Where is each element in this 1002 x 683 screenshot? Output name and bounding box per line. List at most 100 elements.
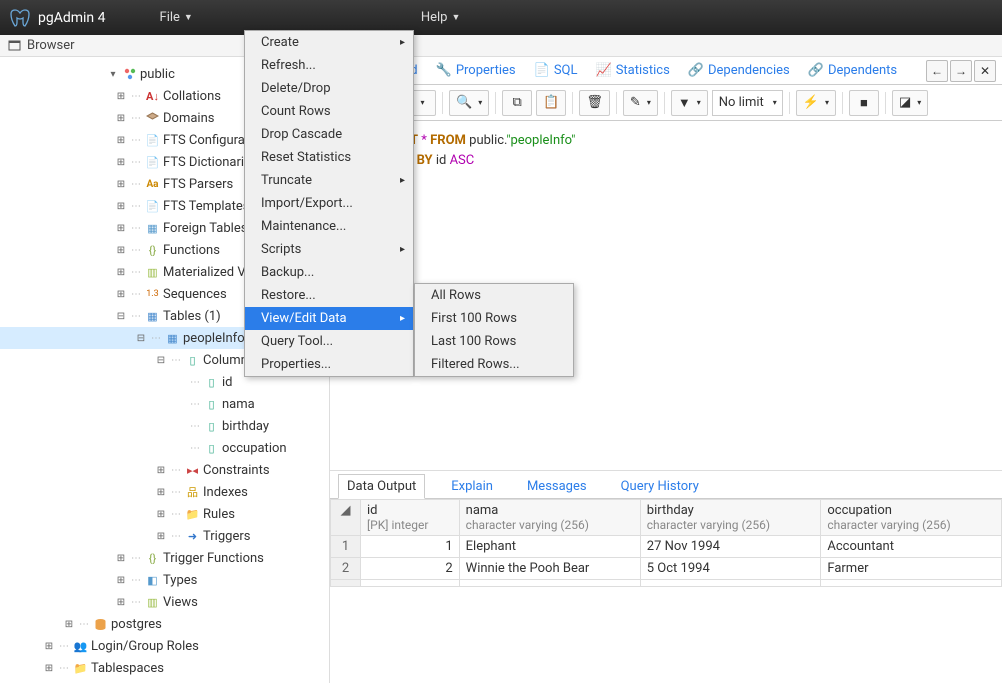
ctx-count-rows[interactable]: Count Rows [245, 100, 413, 123]
fts-parsers-icon: Aa [145, 177, 160, 192]
ctx-view-edit-data[interactable]: View/Edit Data [245, 307, 413, 330]
col-header-nama[interactable]: namacharacter varying (256) [459, 500, 640, 536]
filter-button[interactable]: ▼ [671, 90, 708, 116]
tree-trigger-functions[interactable]: ⊞⋯{}Trigger Functions [0, 547, 329, 569]
ctx-restore[interactable]: Restore... [245, 284, 413, 307]
indexes-icon: 品 [185, 485, 200, 500]
ctx-create[interactable]: Create [245, 31, 413, 54]
link-icon: 🔗 [808, 63, 824, 78]
context-submenu-view-data: All Rows First 100 Rows Last 100 Rows Fi… [414, 283, 574, 377]
tab-sql[interactable]: 📄SQL [534, 63, 578, 78]
ctx-query-tool[interactable]: Query Tool... [245, 330, 413, 353]
table-row[interactable]: 1 1 Elephant 27 Nov 1994 Accountant [331, 536, 1002, 558]
tab-statistics[interactable]: 📈Statistics [596, 63, 670, 78]
tab-properties[interactable]: 🔧Properties [436, 63, 516, 78]
tables-icon: ▦ [145, 309, 160, 324]
tree-db-postgres[interactable]: ⊞⋯postgres [0, 613, 329, 635]
trash-icon: 🗑 [586, 95, 603, 110]
column-icon: ▯ [204, 419, 219, 434]
ctx-drop-cascade[interactable]: Drop Cascade [245, 123, 413, 146]
collations-icon: A↓ [145, 89, 160, 104]
eraser-icon: ◪ [899, 95, 911, 110]
roles-icon: 👥 [73, 639, 88, 654]
find-button[interactable]: 🔍 [449, 90, 489, 116]
main-tabs: rd 🔧Properties 📄SQL 📈Statistics 🔗Depende… [330, 57, 1002, 85]
col-header-id[interactable]: id[PK] integer [361, 500, 460, 536]
tree-tablespaces[interactable]: ⊞⋯📁Tablespaces [0, 657, 329, 679]
tree-col-nama[interactable]: ⋯▯nama [0, 393, 329, 415]
ctx-import-export[interactable]: Import/Export... [245, 192, 413, 215]
grid-corner[interactable]: ◢ [331, 500, 361, 536]
chart-icon: 📈 [596, 63, 612, 78]
rtab-query-history[interactable]: Query History [613, 475, 707, 498]
nav-forward-button[interactable]: → [950, 60, 972, 82]
ctx-maintenance[interactable]: Maintenance... [245, 215, 413, 238]
wrench-icon: 🔧 [436, 63, 452, 78]
query-toolbar: 🔍 ⧉ 📋 🗑 ✎ ▼ No limit ⚡ ■ ◪ [330, 85, 1002, 121]
ctx-refresh[interactable]: Refresh... [245, 54, 413, 77]
menu-help[interactable]: Help▼ [407, 2, 475, 33]
ctx-all-rows[interactable]: All Rows [415, 284, 573, 307]
data-output-grid: ◢ id[PK] integer namacharacter varying (… [330, 499, 1002, 683]
ctx-truncate[interactable]: Truncate [245, 169, 413, 192]
col-header-birthday[interactable]: birthdaycharacter varying (256) [640, 500, 821, 536]
tab-dependents[interactable]: 🔗Dependents [808, 63, 897, 78]
stop-button[interactable]: ■ [849, 90, 879, 116]
col-header-occupation[interactable]: occupationcharacter varying (256) [821, 500, 1002, 536]
rules-icon: 📁 [185, 507, 200, 522]
edit-button[interactable]: ✎ [623, 90, 658, 116]
result-tabs: Data Output Explain Messages Query Histo… [330, 471, 1002, 499]
top-menubar: pgAdmin 4 File▼ Help▼ [0, 0, 1002, 35]
ctx-reset-stats[interactable]: Reset Statistics [245, 146, 413, 169]
column-icon: ▯ [204, 375, 219, 390]
row-limit-select[interactable]: No limit [712, 90, 783, 116]
bolt-icon: ⚡ [803, 95, 819, 110]
columns-icon: ▯ [185, 353, 200, 368]
nav-close-button[interactable]: ✕ [974, 60, 996, 82]
pencil-icon: ✎ [630, 95, 641, 110]
nav-back-button[interactable]: ← [926, 60, 948, 82]
trigger-fn-icon: {} [145, 551, 160, 566]
matviews-icon: ▥ [145, 265, 160, 280]
link-icon: 🔗 [688, 63, 704, 78]
tree-col-occupation[interactable]: ⋯▯occupation [0, 437, 329, 459]
table-row[interactable]: 2 2 Winnie the Pooh Bear 5 Oct 1994 Farm… [331, 558, 1002, 580]
tree-constraints[interactable]: ⊞⋯▸◂Constraints [0, 459, 329, 481]
ctx-last-100[interactable]: Last 100 Rows [415, 330, 573, 353]
delete-button[interactable]: 🗑 [579, 90, 610, 116]
paste-button[interactable]: 📋 [536, 90, 566, 116]
paste-icon: 📋 [543, 95, 559, 110]
tab-dependencies[interactable]: 🔗Dependencies [688, 63, 790, 78]
tree-rules[interactable]: ⊞⋯📁Rules [0, 503, 329, 525]
ctx-filtered-rows[interactable]: Filtered Rows... [415, 353, 573, 376]
tree-login-roles[interactable]: ⊞⋯👥Login/Group Roles [0, 635, 329, 657]
funnel-icon: ▼ [678, 95, 691, 111]
copy-button[interactable]: ⧉ [502, 90, 532, 116]
browser-label: Browser [27, 38, 75, 53]
tree-triggers[interactable]: ⊞⋯➜Triggers [0, 525, 329, 547]
rtab-data-output[interactable]: Data Output [338, 474, 425, 499]
ctx-properties[interactable]: Properties... [245, 353, 413, 376]
ctx-delete[interactable]: Delete/Drop [245, 77, 413, 100]
tree-views[interactable]: ⊞⋯▥Views [0, 591, 329, 613]
fts-config-icon: 📄 [145, 133, 160, 148]
foreign-tables-icon: ▦ [145, 221, 160, 236]
copy-icon: ⧉ [513, 95, 522, 110]
rtab-messages[interactable]: Messages [519, 475, 595, 498]
table-icon: ▦ [165, 331, 180, 346]
ctx-first-100[interactable]: First 100 Rows [415, 307, 573, 330]
ctx-backup[interactable]: Backup... [245, 261, 413, 284]
clear-button[interactable]: ◪ [892, 90, 928, 116]
search-icon: 🔍 [456, 95, 472, 110]
ctx-scripts[interactable]: Scripts [245, 238, 413, 261]
tree-types[interactable]: ⊞⋯◧Types [0, 569, 329, 591]
execute-button[interactable]: ⚡ [796, 90, 836, 116]
schema-icon [122, 67, 137, 82]
fts-templates-icon: 📄 [145, 199, 160, 214]
tree-indexes[interactable]: ⊞⋯品Indexes [0, 481, 329, 503]
tree-col-birthday[interactable]: ⋯▯birthday [0, 415, 329, 437]
rtab-explain[interactable]: Explain [443, 475, 501, 498]
browser-icon [8, 39, 21, 52]
table-row-empty[interactable] [331, 580, 1002, 587]
menu-file[interactable]: File▼ [146, 2, 207, 33]
